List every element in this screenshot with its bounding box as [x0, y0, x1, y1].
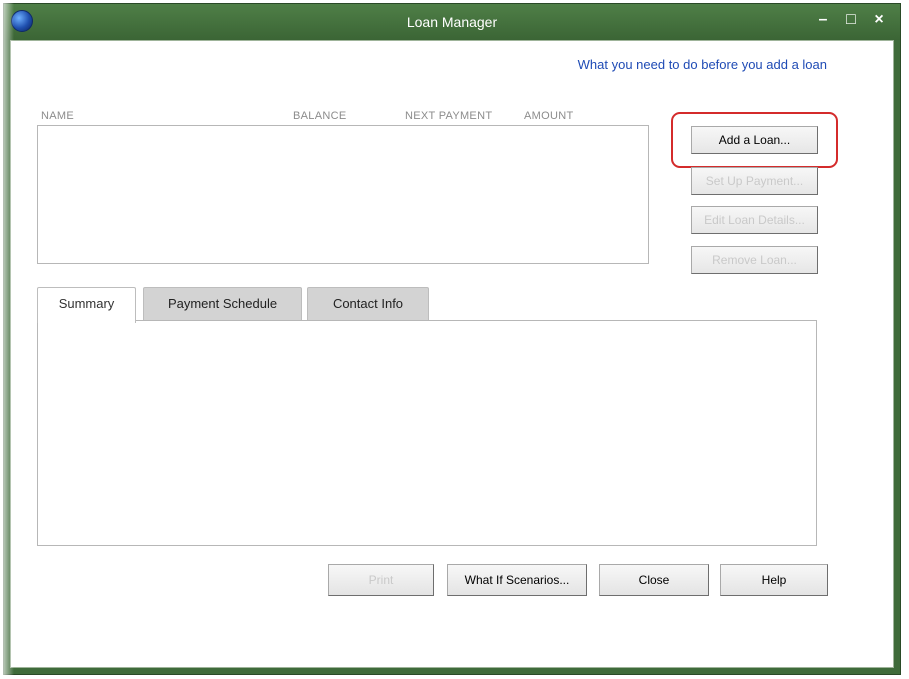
column-header-name[interactable]: NAME	[41, 110, 74, 122]
before-adding-loan-link[interactable]: What you need to do before you add a loa…	[578, 57, 827, 72]
loan-manager-window: Loan Manager – □ × What you need to do b…	[3, 3, 901, 675]
loan-list[interactable]	[37, 125, 649, 264]
tab-contact-info[interactable]: Contact Info	[307, 287, 429, 321]
column-header-next-payment[interactable]: NEXT PAYMENT	[405, 110, 492, 122]
set-up-payment-button[interactable]: Set Up Payment...	[691, 167, 818, 195]
help-button[interactable]: Help	[720, 564, 828, 596]
window-controls: – □ ×	[812, 9, 890, 31]
window-client-area: What you need to do before you add a loa…	[10, 40, 894, 668]
window-title: Loan Manager	[406, 14, 498, 30]
tab-payment-schedule[interactable]: Payment Schedule	[143, 287, 302, 321]
edit-loan-details-button[interactable]: Edit Loan Details...	[691, 206, 818, 234]
add-loan-button[interactable]: Add a Loan...	[691, 126, 818, 154]
summary-panel	[37, 320, 817, 546]
close-window-button[interactable]: ×	[868, 9, 890, 31]
column-header-amount[interactable]: AMOUNT	[524, 110, 573, 122]
tab-summary[interactable]: Summary	[37, 287, 136, 323]
what-if-scenarios-button[interactable]: What If Scenarios...	[447, 564, 587, 596]
print-button[interactable]: Print	[328, 564, 434, 596]
minimize-button[interactable]: –	[812, 9, 834, 31]
close-button[interactable]: Close	[599, 564, 709, 596]
title-bar[interactable]: Loan Manager – □ ×	[4, 4, 900, 40]
column-header-balance[interactable]: BALANCE	[293, 110, 346, 122]
maximize-button[interactable]: □	[840, 9, 862, 31]
remove-loan-button[interactable]: Remove Loan...	[691, 246, 818, 274]
